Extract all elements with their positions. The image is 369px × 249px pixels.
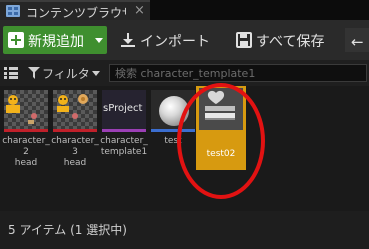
tab-content-browser[interactable]: コンテンツブラウザ × [0,0,150,20]
tab-strip: コンテンツブラウザ × [0,0,369,20]
save-icon [236,32,252,48]
asset-label: test [164,136,182,146]
asset-thumbnail [151,90,195,132]
back-button[interactable]: ← [345,28,369,52]
asset-tile-character-2head[interactable]: character_2 head [2,90,50,168]
add-new-button[interactable]: 新規追加 [3,26,107,54]
character-sprite-icon [6,95,37,124]
filters-label: フィルタ [42,67,90,81]
asset-thumbnail [4,90,48,132]
filter-bar: フィルタ [0,60,369,86]
close-icon[interactable]: × [134,3,145,18]
asset-label: character_2 head [2,136,50,168]
material-sphere-icon [159,96,189,126]
asset-thumbnail [53,90,97,132]
import-label: インポート [140,34,210,50]
asset-thumbnail: sProject [102,90,146,132]
asset-type-bar [151,129,195,132]
status-bar: 5 アイテム (1 選択中) [0,211,369,249]
import-button[interactable]: インポート [118,26,218,54]
character-sprite-icon [57,94,88,119]
chevron-down-icon [92,71,100,76]
import-icon [121,33,135,47]
plus-icon [8,32,24,48]
item-count-status: 5 アイテム (1 選択中) [8,223,127,237]
asset-label: test02 [206,149,236,159]
asset-tile-character-3head[interactable]: character_3 head [51,90,99,168]
funnel-icon [28,67,40,79]
save-all-label: すべて保存 [256,34,325,50]
back-arrow-icon: ← [351,33,364,51]
toolbar: 新規追加 インポート すべて保存 ← [0,20,369,60]
asset-label: character_3 head [51,136,99,168]
add-new-label: 新規追加 [28,34,84,50]
filters-button[interactable]: フィルタ [28,65,104,81]
sources-panel-toggle-icon[interactable] [4,67,18,79]
asset-type-bar [4,129,48,132]
asset-grid: character_2 head character_3 head sProje… [0,86,369,211]
content-browser-icon [6,5,20,17]
asset-type-bar [53,129,97,132]
asset-label: character_ template1 [100,136,148,157]
save-all-button[interactable]: すべて保存 [234,26,334,54]
thumbnail-text: sProject [103,103,143,114]
asset-tile-test[interactable]: test [151,90,195,168]
asset-thumbnail [199,88,243,130]
content-browser-window: コンテンツブラウザ × 新規追加 インポート すべて保存 ← フィルタ 検索 c… [0,0,369,249]
chevron-down-icon [95,38,103,43]
asset-tile-test02[interactable]: test02 [196,86,246,170]
asset-type-bar [102,129,146,132]
heart-widget-icon [205,90,235,120]
tab-title: コンテンツブラウザ [26,6,126,20]
search-input[interactable] [109,64,367,82]
asset-tile-character-template1[interactable]: sProject character_ template1 [100,90,148,168]
